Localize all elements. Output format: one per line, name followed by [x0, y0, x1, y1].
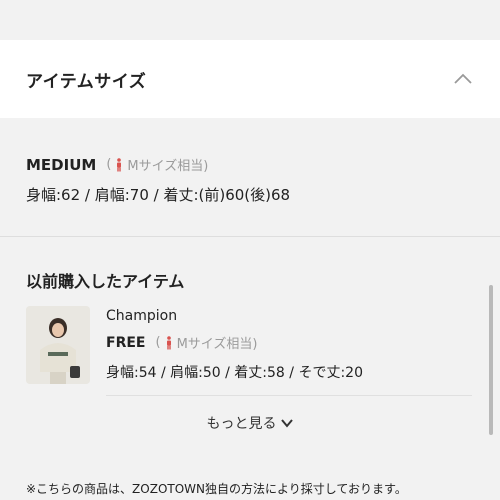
- divider: [0, 236, 500, 237]
- equivalent-open: (: [155, 335, 161, 350]
- measurement-note: ※こちらの商品は、ZOZOTOWN独自の方法により採寸しております。: [26, 482, 407, 496]
- show-more-label: もっと見る: [206, 416, 277, 432]
- item-photo-image: [26, 306, 90, 384]
- current-size-block: MEDIUM ( Mサイズ相当) 身幅:62 / 肩幅:70 / 着丈:(前)6…: [26, 155, 486, 205]
- item-brand[interactable]: Champion: [106, 308, 363, 324]
- equivalent-text: Mサイズ相当): [127, 159, 209, 174]
- size-row: MEDIUM ( Mサイズ相当): [26, 155, 486, 175]
- previous-item[interactable]: Champion FREE ( Mサイズ相当) 身幅:54 / 肩幅:50 / …: [26, 306, 486, 384]
- item-size-equivalent: ( Mサイズ相当): [155, 333, 257, 352]
- chevron-up-icon[interactable]: [452, 68, 474, 90]
- equivalent-text: Mサイズ相当): [176, 337, 258, 352]
- top-spacer: [0, 0, 500, 40]
- section-title: アイテムサイズ: [26, 71, 147, 92]
- size-equivalent: ( Mサイズ相当): [106, 155, 208, 174]
- previous-items-title: 以前購入したアイテム: [26, 272, 185, 291]
- item-size-row: FREE ( Mサイズ相当): [106, 333, 363, 353]
- size-measurements: 身幅:62 / 肩幅:70 / 着丈:(前)60(後)68: [26, 186, 291, 204]
- show-more-button[interactable]: もっと見る: [0, 413, 500, 433]
- item-size-name: FREE: [106, 334, 146, 351]
- item-thumbnail[interactable]: [26, 306, 90, 384]
- chevron-down-icon: [280, 419, 293, 428]
- item-info: Champion FREE ( Mサイズ相当) 身幅:54 / 肩幅:50 / …: [106, 308, 363, 382]
- person-icon: [166, 335, 171, 349]
- divider: [106, 395, 472, 396]
- person-icon: [117, 157, 122, 171]
- item-size-section-header[interactable]: アイテムサイズ: [0, 40, 500, 118]
- equivalent-open: (: [106, 157, 112, 172]
- size-name: MEDIUM: [26, 155, 97, 174]
- scrollbar[interactable]: [489, 285, 493, 435]
- item-measurements: 身幅:54 / 肩幅:50 / 着丈:58 / そで丈:20: [106, 365, 363, 381]
